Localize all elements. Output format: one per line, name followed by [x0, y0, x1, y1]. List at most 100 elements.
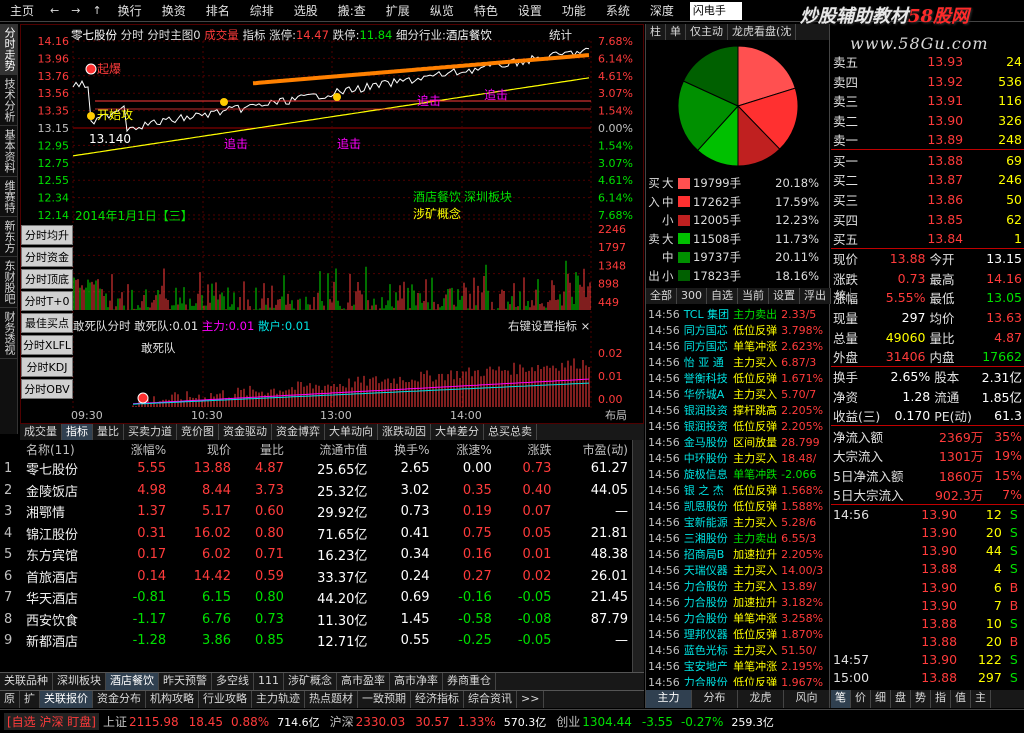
monitor-row[interactable]: 14:56 蓝色光标 主力买入 51.50/	[646, 642, 825, 658]
monitor-row[interactable]: 14:56 三湘股份 主力卖出 6.55/3	[646, 530, 825, 546]
orderbook-row[interactable]: 买一 13.88 69	[831, 150, 1024, 170]
monitor-row[interactable]: 14:56 天瑞仪器 主力买入 14.00/3	[646, 562, 825, 578]
sector-tab[interactable]: 多空线	[212, 673, 254, 690]
indicator-button[interactable]: 分时XLFL	[21, 335, 73, 355]
sector-tab[interactable]: 高市盈率	[337, 673, 390, 690]
table-row[interactable]: 1 零七股份 5.55 13.88 4.87 25.65亿 2.65 0.00 0.73 61.2…	[0, 458, 632, 480]
menu-item[interactable]: ←	[44, 4, 65, 17]
monitor-row[interactable]: 14:56 怡 亚 通主力买入 6.87/3	[646, 354, 825, 370]
info-tab[interactable]: 原	[0, 691, 20, 708]
column-header[interactable]: 现价	[170, 440, 235, 458]
table-row[interactable]: 9 新都酒店 -1.28 3.86 0.85 12.71亿 0.55 -0.25 -0.05 —	[0, 630, 632, 652]
menu-item[interactable]: 搬:查	[328, 0, 376, 22]
table-row[interactable]: 3 湘鄂情 1.37 5.17 0.60 29.92亿 0.73 0.19 0.07 —	[0, 501, 632, 523]
orderbook-row[interactable]: 买四 13.85 62	[831, 209, 1024, 229]
info-tab[interactable]: 综合资讯	[464, 691, 517, 708]
monitor-row[interactable]: 14:56 中环股份 主力买入 18.48/	[646, 450, 825, 466]
indicator-button[interactable]: 分时T+0	[21, 291, 73, 311]
middle-bottom-tab[interactable]: 龙虎	[738, 690, 784, 708]
monitor-row[interactable]: 14:56 宝新能源 主力买入 5.28/6	[646, 514, 825, 530]
table-row[interactable]: 7 华天酒店 -0.81 6.15 0.80 44.20亿 0.69 -0.16 -0.05 21…	[0, 587, 632, 609]
monitor-row[interactable]: 14:56 力合股份 主力买入 13.89/	[646, 578, 825, 594]
info-tab[interactable]: >>	[517, 691, 545, 708]
chart-tab[interactable]: 总买总卖	[484, 424, 537, 440]
chart-tab[interactable]: 指标	[62, 424, 93, 440]
right-bottom-tab[interactable]: 盘	[891, 690, 911, 708]
menu-item[interactable]: 深度	[640, 0, 684, 22]
search-input[interactable]: 闪电手	[689, 1, 742, 20]
monitor-tab[interactable]: 全部	[646, 288, 677, 304]
menu-item[interactable]: 综排	[240, 0, 284, 22]
hs-index-label[interactable]: 沪深	[330, 713, 354, 730]
monitor-row[interactable]: 14:56 理邦仪器 低位反弹 1.870%	[646, 626, 825, 642]
left-tab[interactable]: 财务透视	[0, 308, 18, 359]
right-bottom-tab[interactable]: 价	[851, 690, 871, 708]
indicator-button[interactable]: 分时均升	[21, 225, 73, 245]
indicator-button[interactable]: 分时OBV	[21, 379, 73, 399]
status-lead[interactable]: [自选 沪深 盯盘]	[4, 713, 99, 730]
right-bottom-tab[interactable]: 值	[951, 690, 971, 708]
left-tab[interactable]: 技术分析	[0, 75, 18, 126]
column-header[interactable]: 名称(11)	[22, 440, 108, 458]
column-header[interactable]: 流通市值	[288, 440, 371, 458]
info-tab[interactable]: 扩	[20, 691, 40, 708]
menu-item[interactable]: 选股	[284, 0, 328, 22]
info-tab[interactable]: 主力轨迹	[252, 691, 305, 708]
chart-tab[interactable]: 竞价图	[177, 424, 219, 440]
column-header[interactable]: 涨幅%	[108, 440, 170, 458]
left-tab[interactable]: 维赛特	[0, 177, 18, 217]
sector-tab[interactable]: 昨天预警	[159, 673, 212, 690]
chart-tab[interactable]: 大单差分	[431, 424, 484, 440]
monitor-row[interactable]: 14:56 力合股份 加速拉升 3.182%	[646, 594, 825, 610]
menu-item[interactable]: 纵览	[420, 0, 464, 22]
indicator-button[interactable]: 分时KDJ	[21, 357, 73, 377]
indicator-button[interactable]: 分时顶底	[21, 269, 73, 289]
menu-item[interactable]: 换资	[152, 0, 196, 22]
monitor-row[interactable]: 14:56 TCL 集团 主力卖出 2.33/5	[646, 306, 825, 322]
orderbook-row[interactable]: 卖四 13.92 536	[831, 72, 1024, 92]
middle-tab[interactable]: 龙虎看盘(沈	[728, 24, 797, 40]
chart-tab[interactable]: 买卖力道	[124, 424, 177, 440]
monitor-row[interactable]: 14:56 同方国芯 单笔冲涨 2.623%	[646, 338, 825, 354]
table-row[interactable]: 4 锦江股份 0.31 16.02 0.80 71.65亿 0.41 0.75 0.05 21.8…	[0, 523, 632, 545]
monitor-row[interactable]: 14:56 银润投资 低位反弹 2.205%	[646, 418, 825, 434]
menu-item[interactable]: ↑	[86, 4, 107, 17]
right-bottom-tab[interactable]: 细	[871, 690, 891, 708]
sector-tab[interactable]: 111	[254, 673, 284, 690]
info-tab[interactable]: 一致预期	[358, 691, 411, 708]
orderbook-row[interactable]: 买五 13.84 1	[831, 229, 1024, 249]
orderbook-row[interactable]: 买二 13.87 246	[831, 170, 1024, 190]
monitor-row[interactable]: 14:56 同方国芯 低位反弹 3.798%	[646, 322, 825, 338]
middle-tab[interactable]: 柱	[646, 24, 666, 40]
middle-bottom-tab[interactable]: 主力	[646, 690, 692, 708]
info-tab[interactable]: 热点题材	[305, 691, 358, 708]
menu-item[interactable]: 排名	[196, 0, 240, 22]
chart-tab[interactable]: 资金驱动	[219, 424, 272, 440]
monitor-row[interactable]: 14:56 旋极信息 单笔冲跌 -2.066	[646, 466, 825, 482]
monitor-row[interactable]: 14:56 银润投资 撑杆跳高 2.205%	[646, 402, 825, 418]
orderbook-row[interactable]: 买三 13.86 50	[831, 190, 1024, 210]
chart-tab[interactable]: 大单动向	[325, 424, 378, 440]
monitor-row[interactable]: 14:56 誉衡科技 低位反弹 1.671%	[646, 370, 825, 386]
menu-item[interactable]: 扩展	[376, 0, 420, 22]
cy-index-label[interactable]: 创业	[556, 713, 580, 730]
menu-item[interactable]: 特色	[464, 0, 508, 22]
right-bottom-tab[interactable]: 主	[971, 690, 991, 708]
table-row[interactable]: 8 西安饮食 -1.17 6.76 0.73 11.30亿 1.45 -0.58 -0.08 87…	[0, 609, 632, 631]
column-header[interactable]: 涨跌	[496, 440, 556, 458]
left-tab[interactable]: 分时走势	[0, 24, 18, 75]
middle-bottom-tab[interactable]: 分布	[692, 690, 738, 708]
menu-item[interactable]: 系统	[596, 0, 640, 22]
left-tab[interactable]: 东财股吧	[0, 257, 18, 308]
chart-tab[interactable]: 成交量	[20, 424, 62, 440]
indicator-name[interactable]: 敢死队分时	[73, 319, 131, 333]
indicator-button[interactable]: 最佳买点	[21, 313, 73, 333]
menu-item[interactable]: 主页	[0, 0, 44, 22]
info-tab[interactable]: 行业攻略	[199, 691, 252, 708]
table-row[interactable]: 6 首旅酒店 0.14 14.42 0.59 33.37亿 0.24 0.27 0.02 26.0…	[0, 566, 632, 588]
monitor-row[interactable]: 14:56 金马股份 区间放量 28.799	[646, 434, 825, 450]
chart-tab[interactable]: 量比	[93, 424, 124, 440]
indicator-settings[interactable]: 右键设置指标 ×	[508, 318, 590, 334]
close-icon[interactable]: ×	[581, 319, 591, 333]
sector-tab[interactable]: 高市净率	[390, 673, 443, 690]
